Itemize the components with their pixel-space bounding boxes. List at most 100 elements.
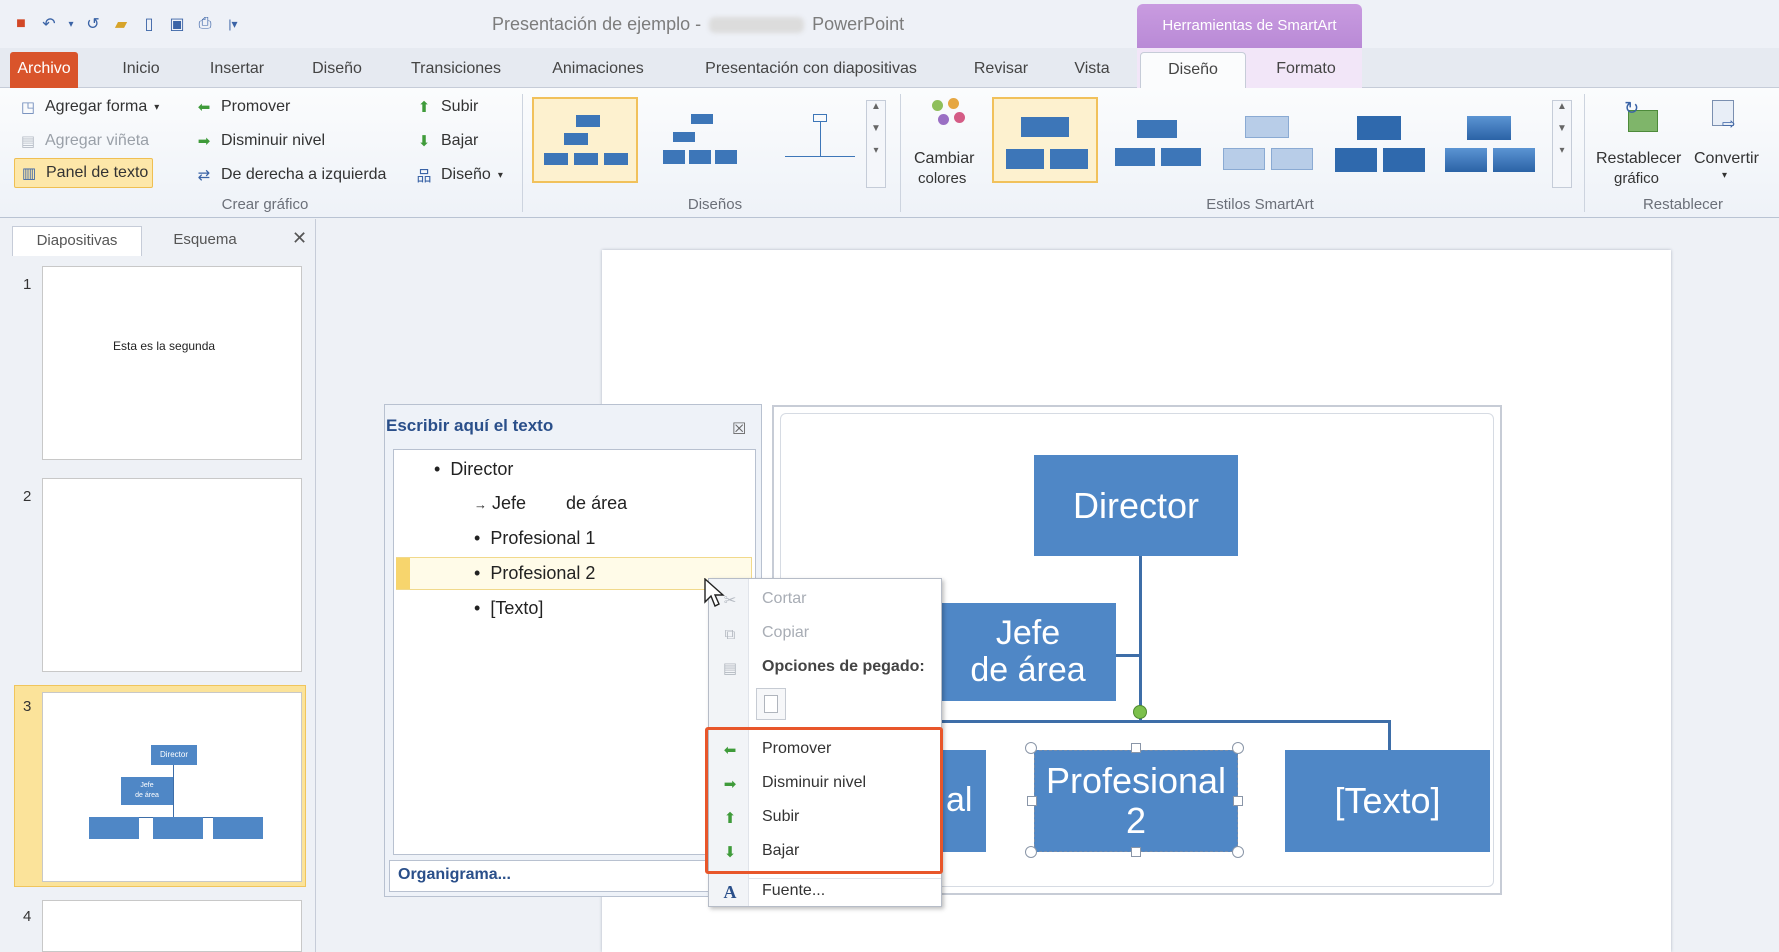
style-shape: [1161, 148, 1201, 166]
style-gallery-scroll[interactable]: ▲ ▼ ▾: [1552, 100, 1572, 188]
tab-diapositivas[interactable]: Diapositivas: [12, 226, 142, 256]
layout-shape: [564, 133, 588, 145]
tab-insertar[interactable]: Insertar: [200, 52, 274, 88]
text-pane-item-profesional-1[interactable]: • Profesional 1: [474, 528, 595, 549]
demote-arrow-icon: ➡: [197, 133, 211, 150]
jefe-line2: de área: [970, 651, 1086, 689]
change-colors-label-1[interactable]: Cambiar: [914, 150, 974, 168]
menu-item-copy[interactable]: Copiar: [762, 624, 809, 642]
close-panel-icon[interactable]: ✕: [292, 228, 307, 249]
slide-thumbnail-2[interactable]: [42, 478, 302, 672]
style-gallery-item-2[interactable]: [1104, 97, 1210, 183]
tab-diseno[interactable]: Diseño: [302, 52, 372, 88]
reset-graphic-label-2[interactable]: gráfico: [1614, 170, 1659, 187]
reset-graphic-icon[interactable]: ↻: [1622, 96, 1662, 136]
mouse-cursor-icon: [704, 578, 725, 607]
redo-icon[interactable]: ↺: [82, 13, 104, 35]
text-pane-button[interactable]: ▥ Panel de texto: [14, 158, 154, 188]
tab-archivo[interactable]: Archivo: [10, 52, 78, 88]
tab-vista[interactable]: Vista: [1062, 52, 1122, 88]
rotation-handle-icon[interactable]: [1133, 705, 1147, 719]
move-up-label: Subir: [441, 98, 479, 115]
open-folder-icon[interactable]: ▰: [110, 13, 132, 35]
add-shape-button[interactable]: ◳ Agregar forma ▾: [14, 92, 163, 122]
organigrama-link[interactable]: Organigrama...: [398, 866, 511, 884]
smartart-node-profesional-2[interactable]: Profesional 2: [1034, 750, 1238, 852]
paste-option-icon[interactable]: [756, 688, 786, 720]
powerpoint-logo-icon: ■: [16, 15, 26, 32]
smartart-node-jefe[interactable]: Jefe de área: [940, 603, 1116, 701]
slide-thumbnail-3[interactable]: Director Jefe de área: [42, 692, 302, 882]
demote-button[interactable]: ➡ Disminuir nivel: [190, 126, 329, 156]
resize-handle[interactable]: [1232, 846, 1244, 858]
layout-shape: [673, 132, 695, 142]
item-text: Profesional 2: [490, 563, 596, 583]
add-bullet-button[interactable]: ▤ Agregar viñeta: [14, 126, 153, 156]
text-pane-item-profesional-2[interactable]: • Profesional 2: [474, 563, 595, 584]
close-text-pane-icon[interactable]: ☒: [732, 419, 746, 439]
group-label-estilos: Estilos SmartArt: [1206, 196, 1314, 213]
window-app-name: PowerPoint: [812, 14, 905, 34]
right-to-left-button[interactable]: ⇄ De derecha a izquierda: [190, 160, 390, 190]
customize-toolbar-icon[interactable]: |▾: [222, 13, 244, 35]
slide-thumbnail-4[interactable]: [42, 900, 302, 952]
print-icon[interactable]: ⎙: [194, 13, 216, 35]
smartart-node-texto[interactable]: [Texto]: [1285, 750, 1490, 852]
tab-animaciones[interactable]: Animaciones: [544, 52, 652, 88]
layout-shape: [663, 150, 685, 164]
resize-handle[interactable]: [1233, 796, 1243, 806]
text-pane-item-director[interactable]: • Director: [434, 459, 513, 480]
layout-gallery-item-3[interactable]: [764, 97, 870, 183]
smartart-node-profesional-1[interactable]: al: [942, 750, 986, 852]
layout-gallery-item-2[interactable]: [648, 97, 754, 183]
layout-gallery-scroll[interactable]: ▲ ▼ ▾: [866, 100, 886, 188]
thumb-director-box: Director: [151, 745, 197, 765]
tab-inicio[interactable]: Inicio: [108, 52, 174, 88]
menu-item-font[interactable]: Fuente...: [762, 882, 825, 900]
style-gallery-item-5[interactable]: [1436, 97, 1542, 183]
layout-button[interactable]: 品 Diseño ▾: [410, 160, 507, 190]
smartart-node-director[interactable]: Director: [1034, 455, 1238, 556]
tab-revisar[interactable]: Revisar: [966, 52, 1036, 88]
copy-icon: ⧉: [724, 625, 736, 643]
dropdown-arrow-icon[interactable]: ▾: [66, 13, 76, 35]
tab-smartart-diseno[interactable]: Diseño: [1140, 52, 1246, 89]
add-bullet-icon: ▤: [20, 133, 36, 150]
convert-label[interactable]: Convertir: [1694, 150, 1759, 168]
change-colors-label-2[interactable]: colores: [918, 170, 966, 187]
tab-formato[interactable]: Formato: [1258, 52, 1354, 88]
tab-presentacion[interactable]: Presentación con diapositivas: [686, 52, 936, 88]
resize-handle[interactable]: [1232, 742, 1244, 754]
font-icon: A: [723, 881, 737, 902]
tab-transiciones[interactable]: Transiciones: [400, 52, 512, 88]
style-gallery-item-4[interactable]: [1326, 97, 1432, 183]
resize-handle[interactable]: [1025, 846, 1037, 858]
text-pane-item-texto[interactable]: • [Texto]: [474, 598, 543, 619]
style-shape: [1050, 149, 1088, 169]
promote-button[interactable]: ⬅ Promover: [190, 92, 294, 122]
menu-item-cut[interactable]: Cortar: [762, 590, 806, 608]
convert-icon[interactable]: ⇨: [1708, 96, 1744, 136]
item-text: Director: [450, 459, 514, 479]
group-label-restablecer: Restablecer: [1642, 196, 1724, 213]
text-pane-item-jefe[interactable]: → Jefe de área: [474, 493, 627, 514]
move-down-button[interactable]: ⬇ Bajar: [410, 126, 482, 156]
reset-graphic-label-1[interactable]: Restablecer: [1596, 150, 1681, 168]
resize-handle[interactable]: [1131, 847, 1141, 857]
layout-gallery-item-1[interactable]: [532, 97, 638, 183]
resize-handle[interactable]: [1025, 742, 1037, 754]
move-up-button[interactable]: ⬆ Subir: [410, 92, 482, 122]
resize-handle[interactable]: [1131, 743, 1141, 753]
undo-icon[interactable]: ↶: [38, 13, 60, 35]
change-colors-icon[interactable]: [928, 96, 968, 130]
tab-esquema[interactable]: Esquema: [150, 226, 260, 256]
layout-shape: [813, 114, 827, 122]
slide-thumbnail-1[interactable]: Esta es la segunda: [42, 266, 302, 460]
new-document-icon[interactable]: ▯: [138, 13, 160, 35]
save-icon[interactable]: ▣: [166, 13, 188, 35]
resize-handle[interactable]: [1027, 796, 1037, 806]
dropdown-arrow-icon[interactable]: ▾: [1722, 170, 1727, 181]
style-gallery-item-3[interactable]: [1214, 97, 1320, 183]
style-gallery-item-1[interactable]: [992, 97, 1098, 183]
dropdown-arrow-icon: ▾: [154, 101, 160, 113]
